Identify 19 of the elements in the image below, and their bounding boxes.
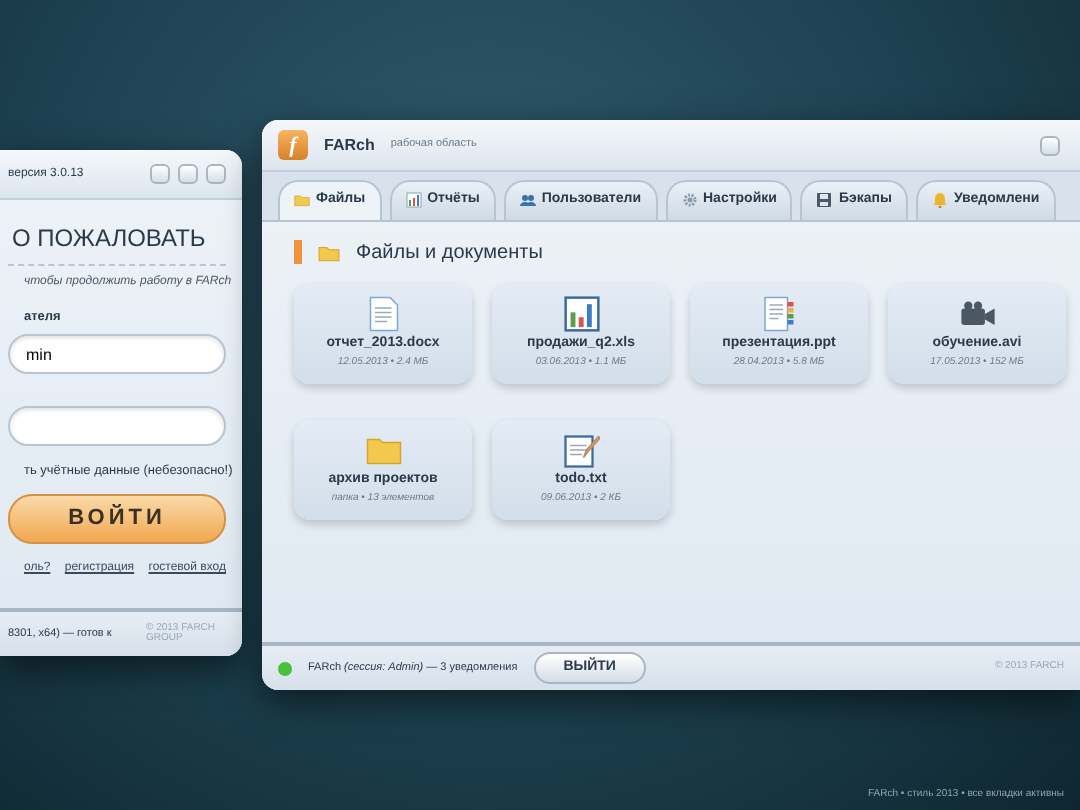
gear-icon — [681, 192, 697, 209]
chart-icon — [405, 192, 422, 209]
username-field[interactable]: min — [8, 334, 226, 375]
bell-icon — [931, 192, 948, 209]
app-name: FARch — [324, 133, 375, 157]
password-field[interactable] — [8, 406, 226, 447]
window-button[interactable] — [1040, 135, 1060, 155]
folder-icon — [318, 243, 340, 261]
folder-icon — [294, 192, 310, 209]
document-icon — [761, 295, 797, 331]
login-button[interactable]: ВОЙТИ — [8, 494, 226, 545]
accent-bar — [294, 240, 302, 264]
welcome-heading: О ПОЖАЛОВАТЬ — [8, 216, 226, 266]
document-icon — [365, 295, 401, 331]
notepad-pencil-icon — [563, 431, 599, 467]
section-title: Файлы и документы — [356, 239, 543, 267]
logo-icon: f — [278, 130, 308, 160]
users-icon — [519, 192, 536, 209]
bar-chart-icon — [563, 295, 599, 331]
